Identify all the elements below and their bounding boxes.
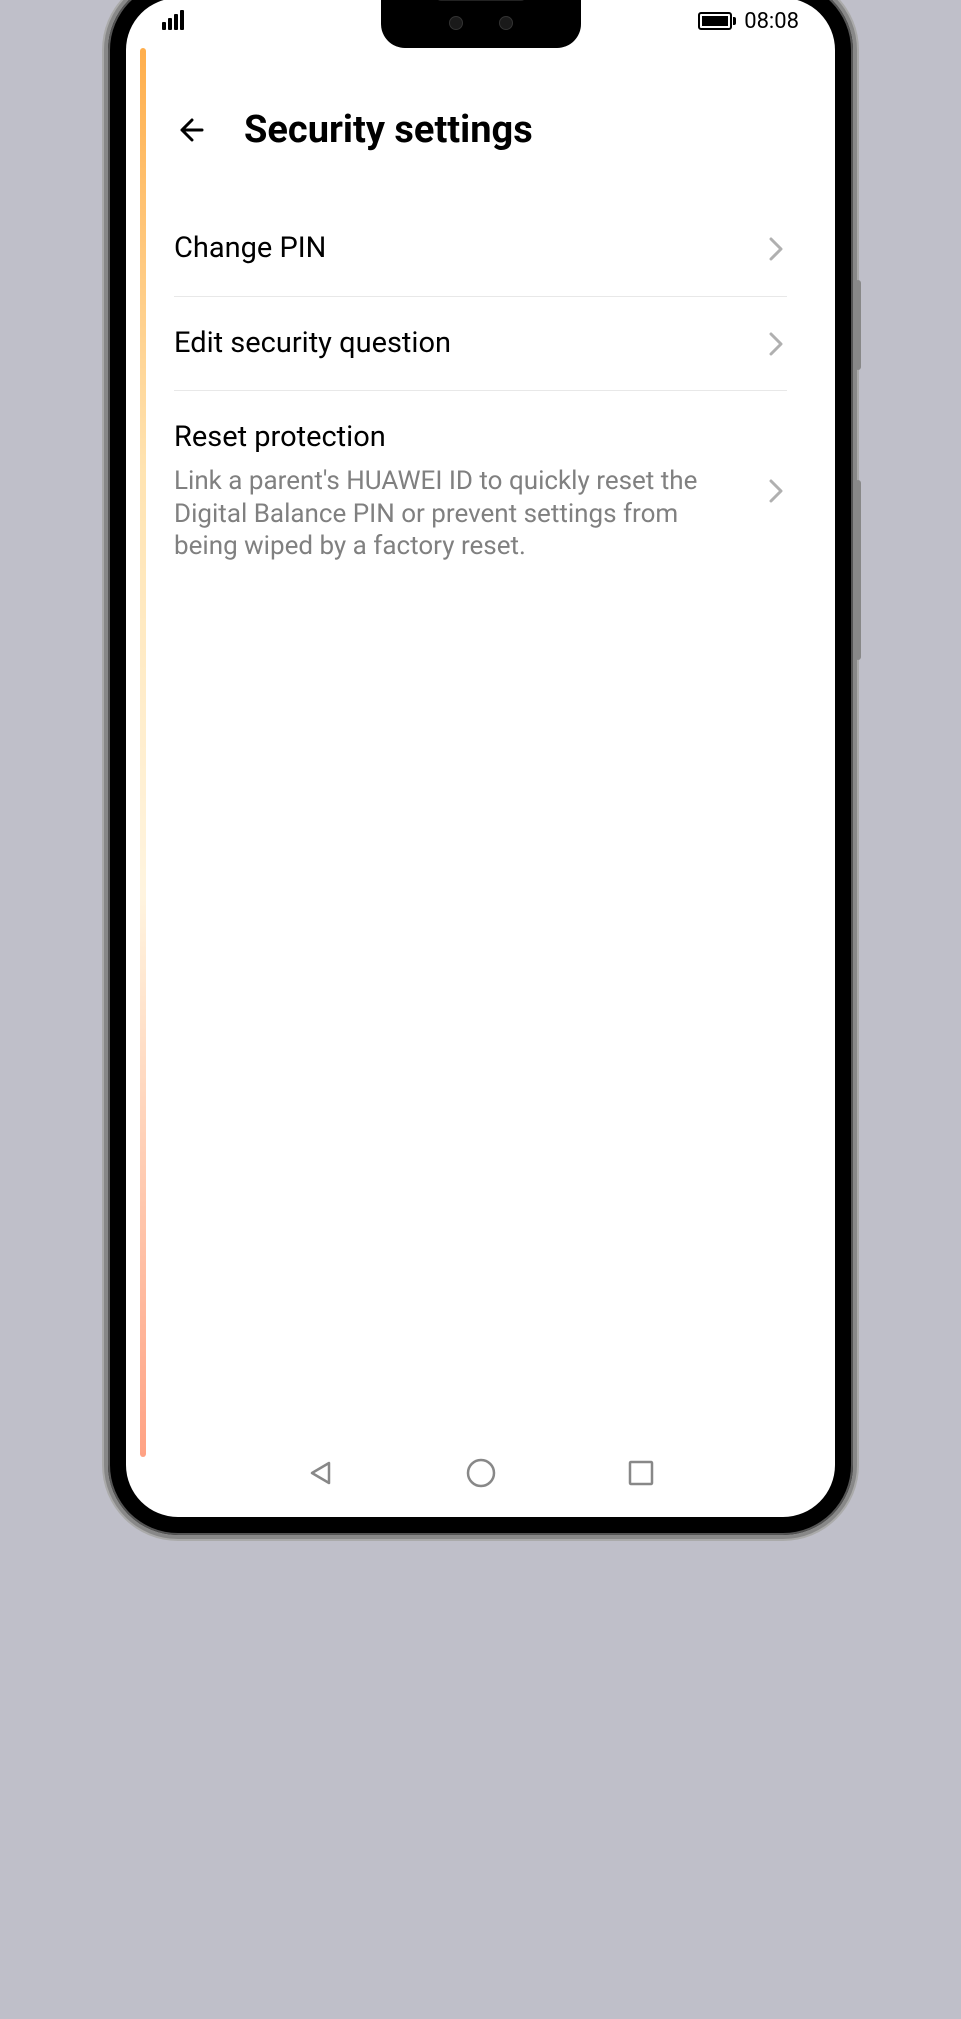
screen-edge-accent <box>140 48 146 1457</box>
phone-volume-button <box>855 480 861 660</box>
phone-screen: 08:08 Security settings <box>126 0 835 1517</box>
settings-item-title: Edit security question <box>174 325 747 363</box>
page-header: Security settings <box>126 88 835 172</box>
back-button[interactable] <box>174 112 210 148</box>
chevron-right-icon <box>767 237 787 261</box>
front-camera-icon <box>499 16 513 30</box>
status-right: 08:08 <box>698 9 799 34</box>
nav-back-button[interactable] <box>301 1453 341 1493</box>
status-time: 08:08 <box>744 9 799 34</box>
settings-item-content: Reset protection Link a parent's HUAWEI … <box>174 419 767 562</box>
navigation-bar <box>126 1445 835 1501</box>
settings-item-title: Change PIN <box>174 230 747 268</box>
nav-home-circle-icon <box>465 1457 497 1489</box>
chevron-right-icon <box>767 332 787 356</box>
settings-item-edit-security-question[interactable]: Edit security question <box>174 297 787 392</box>
phone-frame: 08:08 Security settings <box>108 0 853 1535</box>
front-camera-icon <box>449 16 463 30</box>
battery-icon <box>698 12 736 30</box>
signal-strength-icon <box>162 10 184 32</box>
nav-back-triangle-icon <box>307 1459 335 1487</box>
chevron-right-icon <box>767 479 787 503</box>
settings-list: Change PIN Edit security question <box>126 172 835 591</box>
page-title: Security settings <box>244 108 533 152</box>
settings-item-change-pin[interactable]: Change PIN <box>174 202 787 297</box>
nav-home-button[interactable] <box>461 1453 501 1493</box>
settings-item-content: Edit security question <box>174 325 767 363</box>
phone-power-button <box>855 280 861 370</box>
settings-item-reset-protection[interactable]: Reset protection Link a parent's HUAWEI … <box>174 391 787 590</box>
nav-recent-button[interactable] <box>621 1453 661 1493</box>
back-arrow-icon <box>174 112 210 148</box>
content-area: Security settings Change PIN <box>126 0 835 1517</box>
settings-item-subtitle: Link a parent's HUAWEI ID to quickly res… <box>174 465 747 563</box>
settings-item-title: Reset protection <box>174 419 747 457</box>
nav-recent-square-icon <box>627 1459 655 1487</box>
phone-notch <box>381 0 581 48</box>
speaker-grille <box>436 0 526 1</box>
settings-item-content: Change PIN <box>174 230 767 268</box>
